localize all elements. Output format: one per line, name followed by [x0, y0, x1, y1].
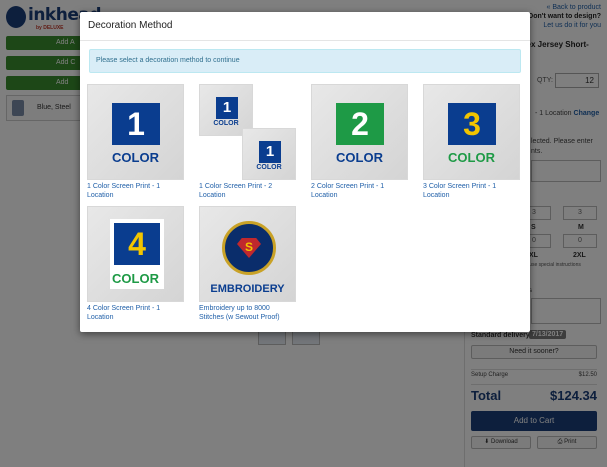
option-image: 1 COLOR 1 COLOR: [199, 84, 296, 180]
badge-number: 4: [128, 226, 146, 262]
option-embroidery[interactable]: S EMBROIDERY Embroidery up to 8000 Stitc…: [199, 206, 296, 328]
shield-letter: S: [244, 240, 253, 254]
option-label: 4 Color Screen Print - 1 Location: [87, 305, 161, 321]
option-3-color-1-location[interactable]: 3 COLOR 3 Color Screen Print - 1 Locatio…: [423, 84, 520, 214]
option-label: 1 Color Screen Print - 1 Location: [87, 183, 161, 199]
decoration-method-modal: Decoration Method Please select a decora…: [80, 12, 530, 332]
color-4-badge-icon: 4: [114, 223, 160, 265]
badge-number: 1: [265, 143, 275, 160]
color-1-badge-icon: 1: [216, 97, 238, 119]
option-label: 1 Color Screen Print - 2 Location: [199, 183, 273, 199]
badge-word: COLOR: [256, 164, 282, 171]
option-label: 2 Color Screen Print - 1 Location: [311, 183, 385, 199]
option-2-color-1-location[interactable]: 2 COLOR 2 Color Screen Print - 1 Locatio…: [311, 84, 408, 214]
color-2-badge-icon: 2: [336, 103, 384, 145]
badge-word: EMBROIDERY: [210, 283, 285, 295]
modal-title: Decoration Method: [88, 20, 173, 31]
info-alert: Please select a decoration method to con…: [89, 49, 521, 73]
option-1-color-2-location[interactable]: 1 COLOR 1 COLOR 1 Color Screen Print - 2…: [199, 84, 296, 214]
option-image: 4 COLOR: [87, 206, 184, 302]
option-image: S EMBROIDERY: [199, 206, 296, 302]
embroidery-patch-icon: S: [222, 221, 276, 275]
badge-word: COLOR: [112, 150, 159, 165]
badge-number: 2: [351, 106, 369, 142]
badge-number: 1: [127, 106, 145, 142]
badge-number: 3: [463, 106, 481, 142]
badge-word: COLOR: [336, 150, 383, 165]
option-label: Embroidery up to 8000 Stitches (w Sewout…: [199, 305, 280, 321]
option-image: 3 COLOR: [423, 84, 520, 180]
color-3-badge-icon: 3: [448, 103, 496, 145]
color-1-badge-icon: 1: [112, 103, 160, 145]
color-1-badge-icon: 1: [259, 141, 281, 163]
option-image: 2 COLOR: [311, 84, 408, 180]
option-1-color-1-location[interactable]: 1 COLOR 1 Color Screen Print - 1 Locatio…: [87, 84, 184, 214]
option-4-color-1-location[interactable]: 4 COLOR 4 Color Screen Print - 1 Locatio…: [87, 206, 184, 328]
modal-divider: [80, 40, 530, 41]
badge-word: COLOR: [448, 150, 495, 165]
badge-word: COLOR: [213, 120, 239, 127]
option-image: 1 COLOR: [87, 84, 184, 180]
badge-number: 1: [222, 99, 232, 116]
superman-shield-icon: S: [237, 238, 261, 258]
option-label: 3 Color Screen Print - 1 Location: [423, 183, 497, 199]
tile-back: 1 COLOR: [242, 128, 296, 180]
badge-word: COLOR: [112, 271, 159, 286]
